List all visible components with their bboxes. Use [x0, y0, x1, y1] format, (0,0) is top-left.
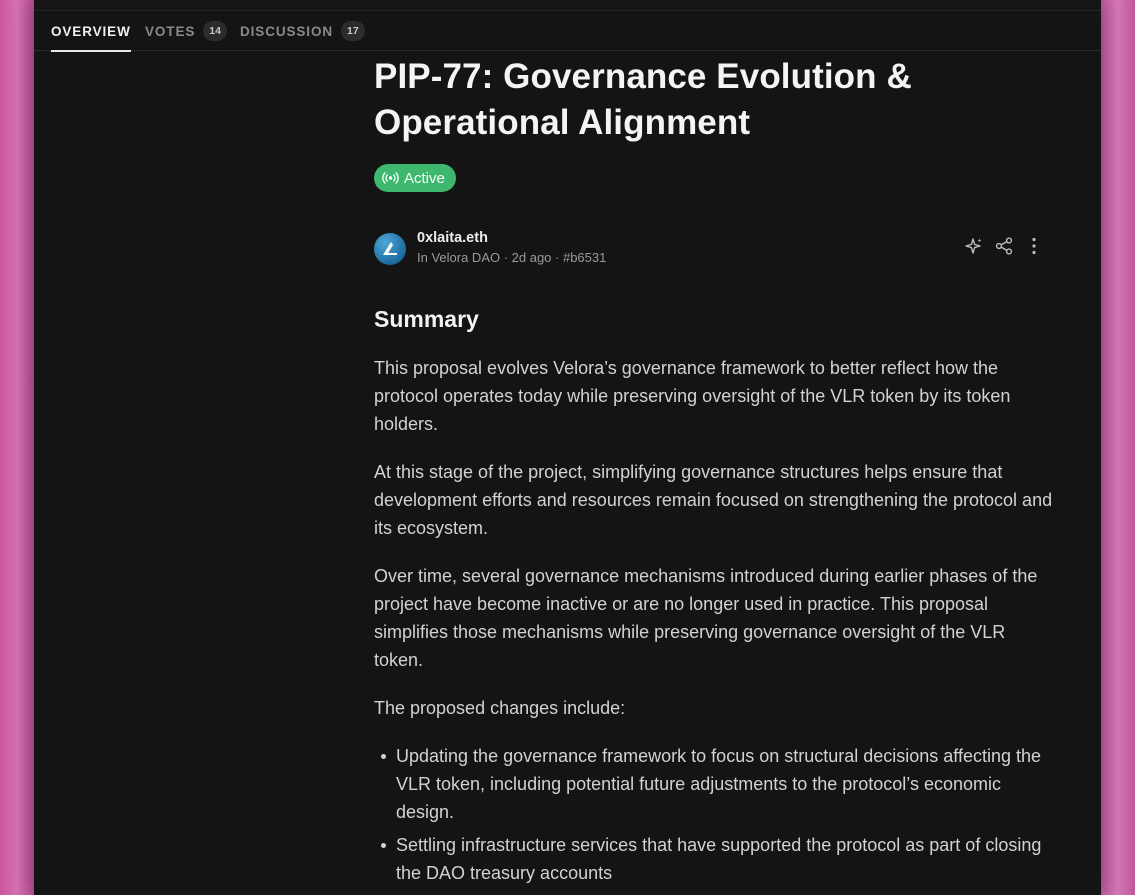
summary-paragraph-2: At this stage of the project, simplifyin…	[374, 462, 1053, 538]
proposal-title: PIP-77: Governance Evolution & Operation…	[374, 54, 1054, 146]
tab-discussion[interactable]: DISCUSSION 17	[240, 11, 365, 51]
changes-intro: The proposed changes include:	[374, 698, 626, 718]
tab-bar: OVERVIEW VOTES 14 DISCUSSION 17	[34, 11, 1101, 52]
tab-overview-label: OVERVIEW	[51, 23, 131, 39]
share-icon	[995, 237, 1013, 255]
summary-paragraph-3: Over time, several governance mechanisms…	[374, 566, 1038, 670]
tab-overview[interactable]: OVERVIEW	[51, 11, 131, 52]
votes-count-badge: 14	[203, 21, 227, 41]
list-item: Settling infrastructure services that ha…	[374, 831, 1054, 887]
status-badge: Active	[374, 164, 456, 192]
list-item: Updating the governance framework to foc…	[374, 742, 1054, 826]
summary-paragraph-1: This proposal evolves Velora’s governanc…	[374, 358, 1011, 434]
sparkle-icon	[965, 238, 982, 254]
tab-votes-label: VOTES	[145, 23, 196, 39]
dao-logo-icon	[383, 242, 397, 255]
broadcast-icon	[382, 172, 399, 184]
proposal-title-line1: PIP-77: Governance Evolution &	[374, 57, 912, 96]
action-buttons	[964, 235, 1044, 257]
proposal-content: PIP-77: Governance Evolution & Operation…	[374, 51, 1054, 892]
author-meta: In Velora DAO · 2d ago · #b6531	[417, 250, 607, 265]
author-name[interactable]: 0xlaita.eth	[417, 230, 488, 246]
avatar[interactable]	[374, 233, 406, 265]
share-button[interactable]	[994, 235, 1014, 257]
more-button[interactable]	[1024, 235, 1044, 257]
changes-list: Updating the governance framework to foc…	[374, 742, 1054, 887]
discussion-count-badge: 17	[341, 21, 365, 41]
summary-heading: Summary	[374, 306, 479, 332]
status-label: Active	[404, 169, 445, 187]
proposal-title-line2: Operational Alignment	[374, 103, 751, 142]
top-strip	[34, 0, 1101, 11]
tab-votes[interactable]: VOTES 14	[145, 11, 227, 51]
sparkle-button[interactable]	[964, 235, 984, 257]
app-window: OVERVIEW VOTES 14 DISCUSSION 17 PIP-77: …	[34, 0, 1101, 895]
author-row: 0xlaita.eth In Velora DAO · 2d ago · #b6…	[374, 230, 1054, 267]
tab-discussion-label: DISCUSSION	[240, 23, 334, 39]
more-vertical-icon	[1032, 237, 1036, 255]
